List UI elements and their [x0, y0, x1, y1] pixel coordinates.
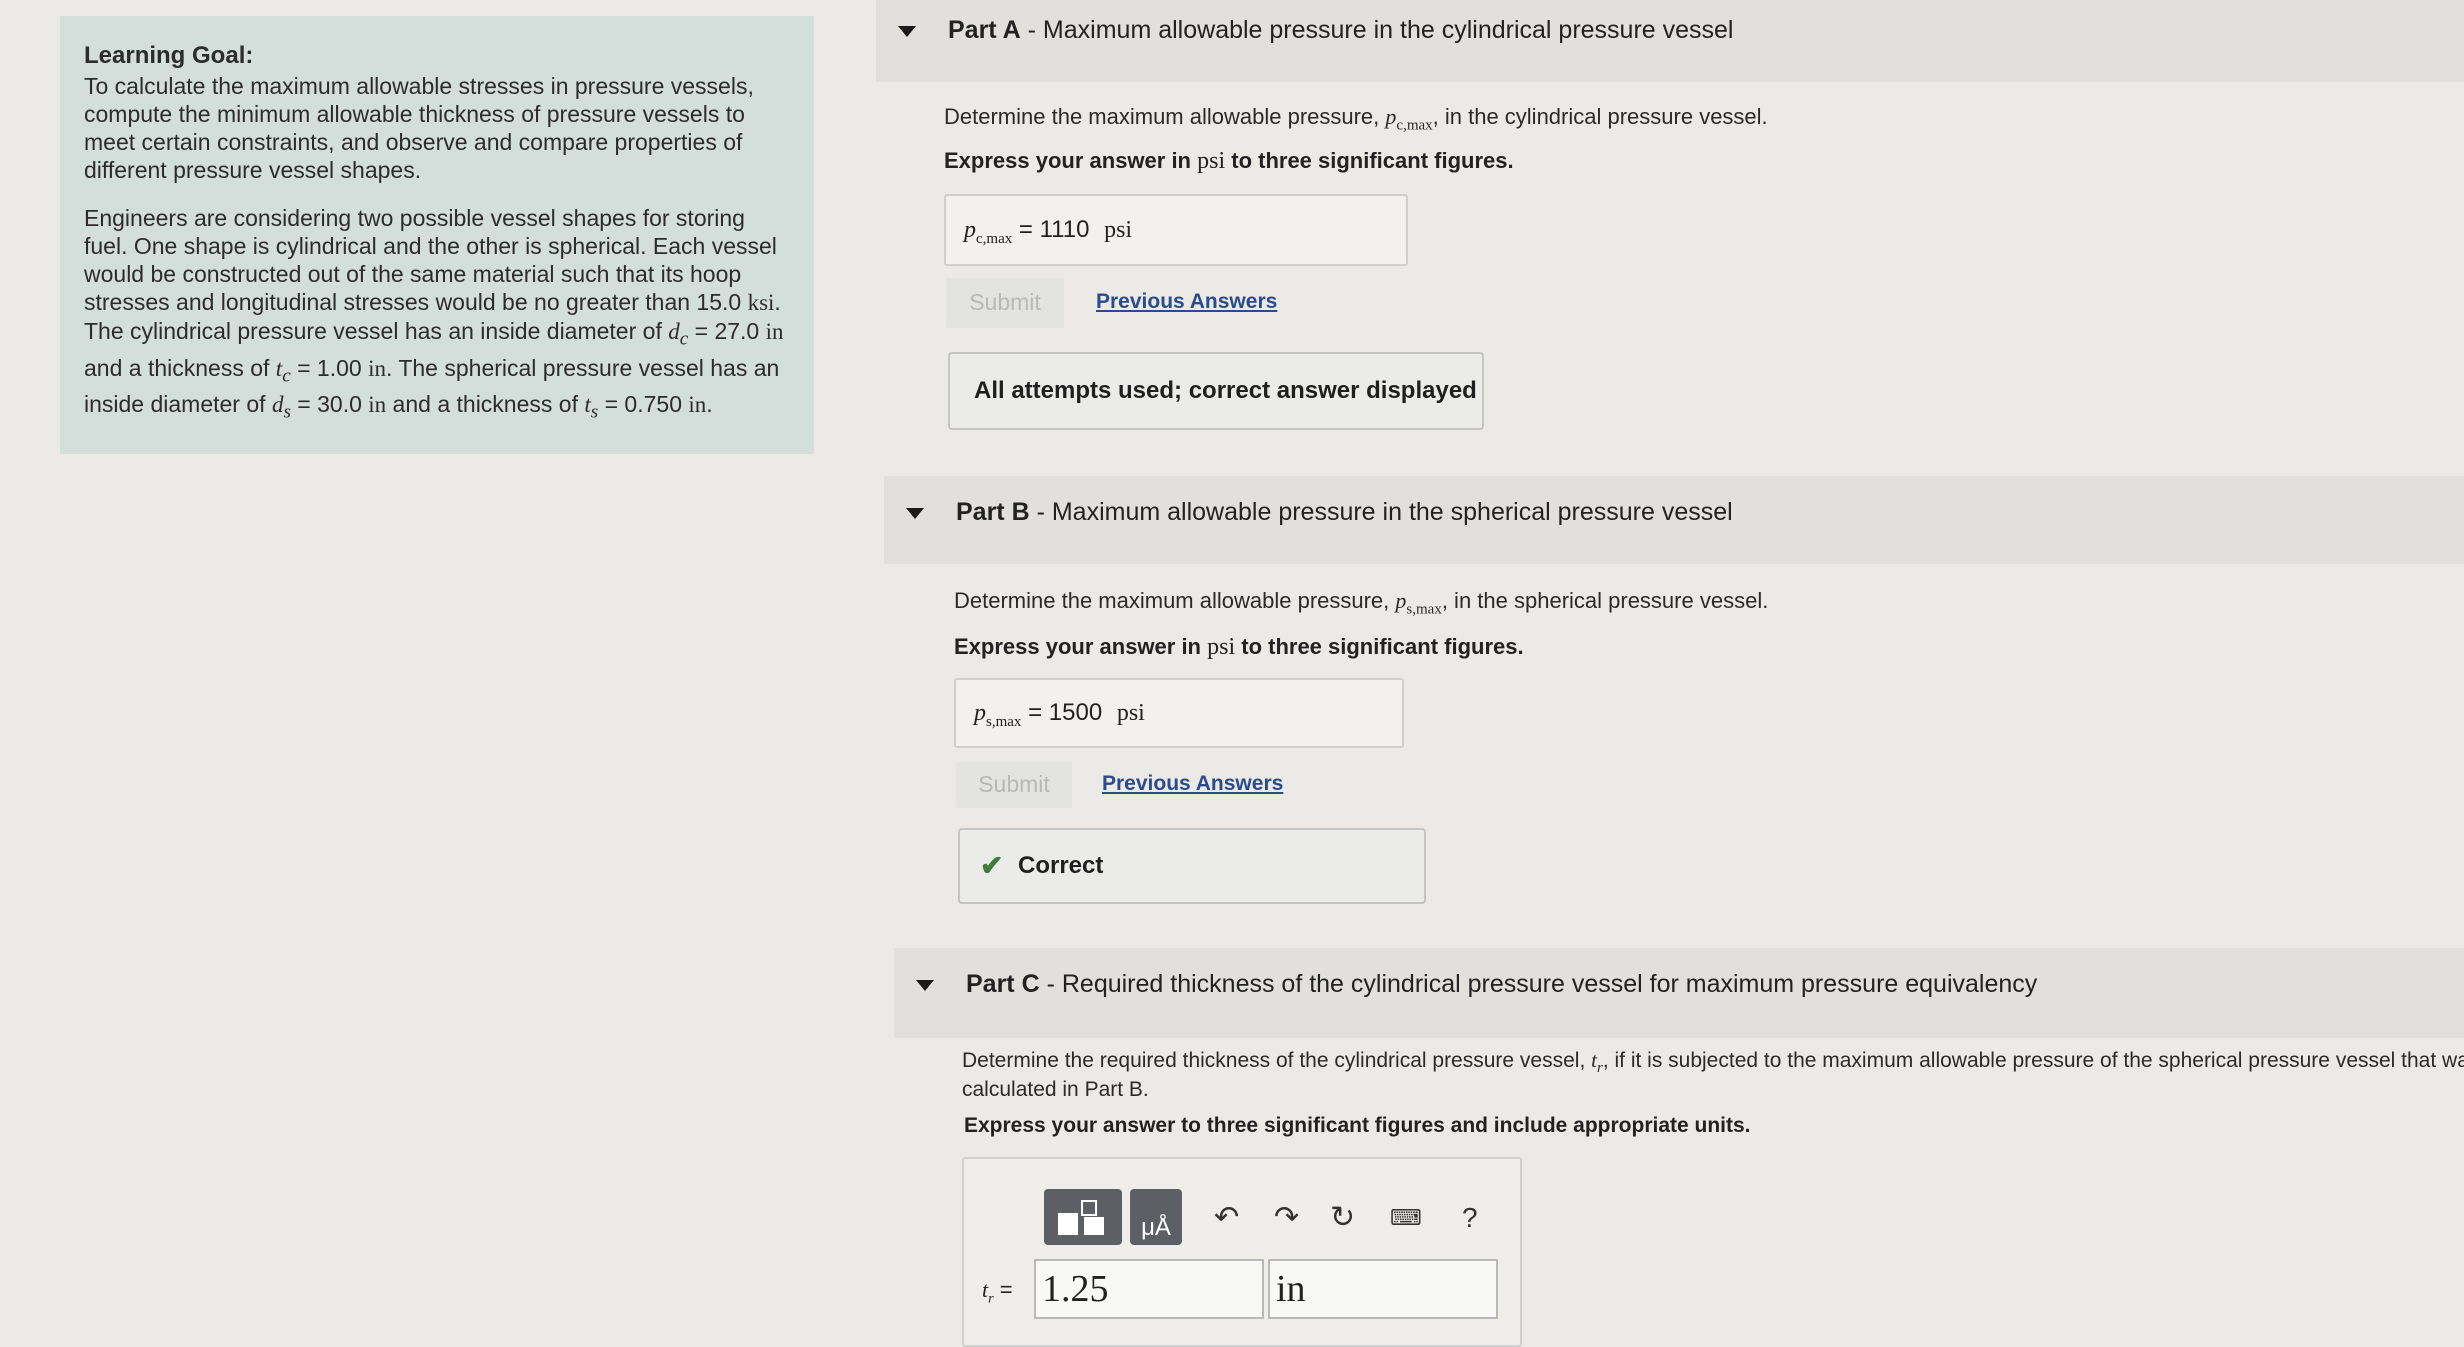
- part-c-question: Determine the required thickness of the …: [962, 1048, 2464, 1077]
- part-a-answer-unit: psi: [1104, 217, 1133, 243]
- part-b-previous-answers-link[interactable]: Previous Answers: [1102, 772, 1283, 796]
- part-c-input-label: tr =: [982, 1277, 1013, 1307]
- learning-goal-panel: Learning Goal: To calculate the maximum …: [60, 16, 814, 454]
- units-icon: μÅ: [1141, 1213, 1171, 1241]
- part-a-header[interactable]: Part A - Maximum allowable pressure in t…: [876, 0, 2464, 82]
- part-a-submit-button[interactable]: Submit: [946, 278, 1064, 328]
- problem-statement: Engineers are considering two possible v…: [84, 205, 784, 423]
- part-b-answer-value: 1500: [1048, 699, 1103, 726]
- redo-icon[interactable]: ↷: [1274, 1203, 1299, 1233]
- value-input[interactable]: 1.25: [1034, 1259, 1264, 1319]
- part-a-answer-value: 1110: [1039, 216, 1090, 243]
- templates-button[interactable]: [1044, 1189, 1122, 1245]
- part-b-answer-box: ps,max = 1500 psi: [954, 678, 1404, 748]
- part-b-title: Part B - Maximum allowable pressure in t…: [956, 498, 1733, 526]
- part-b-submit-button[interactable]: Submit: [956, 762, 1072, 808]
- answer-variable: ps,max: [974, 700, 1022, 730]
- collapse-arrow-icon[interactable]: [898, 26, 916, 37]
- part-a-instructions: Express your answer in psi to three sign…: [944, 148, 1514, 174]
- part-a-previous-answers-link[interactable]: Previous Answers: [1096, 290, 1277, 314]
- part-c-instructions: Express your answer to three significant…: [964, 1114, 1751, 1137]
- part-c-title: Part C - Required thickness of the cylin…: [966, 970, 2038, 998]
- part-c-header[interactable]: Part C - Required thickness of the cylin…: [894, 948, 2464, 1038]
- part-b-instructions: Express your answer in psi to three sign…: [954, 634, 1524, 660]
- part-a-answer-box: pc,max = 1110 psi: [944, 194, 1408, 266]
- unit-input[interactable]: in: [1268, 1259, 1498, 1319]
- part-a-feedback: All attempts used; correct answer displa…: [948, 352, 1484, 430]
- part-b-answer-unit: psi: [1116, 700, 1145, 726]
- svg-text:μÅ: μÅ: [1141, 1213, 1171, 1241]
- templates-icon: [1058, 1200, 1104, 1235]
- reset-icon[interactable]: ↻: [1330, 1203, 1355, 1233]
- collapse-arrow-icon[interactable]: [916, 980, 934, 991]
- part-c-question-cont: calculated in Part B.: [962, 1078, 1149, 1101]
- units-button[interactable]: μÅ: [1130, 1189, 1182, 1245]
- part-b-header[interactable]: Part B - Maximum allowable pressure in t…: [884, 476, 2464, 564]
- keyboard-icon[interactable]: ⌨: [1390, 1203, 1422, 1233]
- checkmark-icon: ✔: [980, 850, 1004, 881]
- undo-icon[interactable]: ↶: [1214, 1203, 1239, 1233]
- part-c-answer-editor: μÅ ↶ ↷ ↻ ⌨ ? tr = 1.25 in: [962, 1157, 1522, 1347]
- part-a-title: Part A - Maximum allowable pressure in t…: [948, 16, 1734, 44]
- part-a-question: Determine the maximum allowable pressure…: [944, 104, 1768, 134]
- answer-variable: pc,max: [964, 217, 1013, 247]
- collapse-arrow-icon[interactable]: [906, 508, 924, 519]
- learning-goal-text: To calculate the maximum allowable stres…: [84, 73, 754, 183]
- part-b-question: Determine the maximum allowable pressure…: [954, 588, 1769, 618]
- part-b-feedback: ✔ Correct: [958, 828, 1426, 904]
- help-icon[interactable]: ?: [1462, 1203, 1478, 1233]
- learning-goal-title: Learning Goal:: [84, 42, 254, 69]
